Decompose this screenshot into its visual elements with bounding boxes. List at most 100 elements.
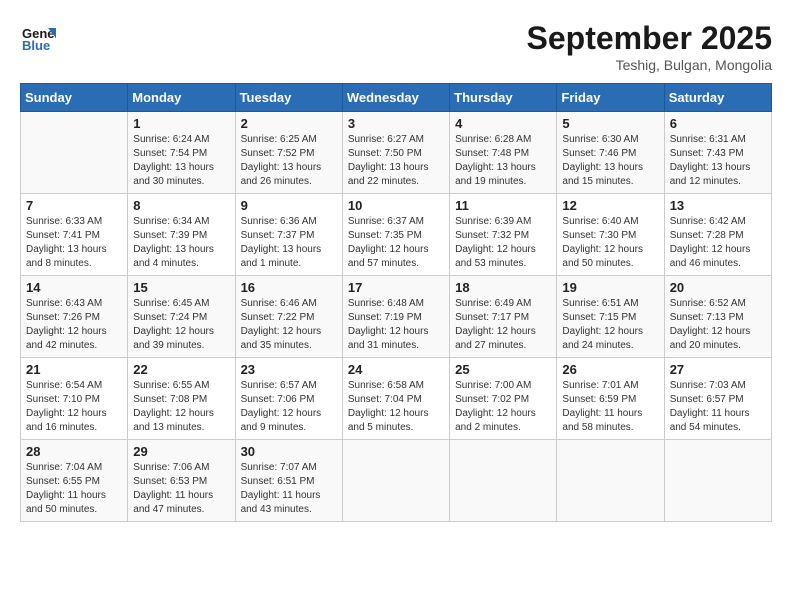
day-number: 23 (241, 362, 337, 377)
day-info: Sunrise: 6:37 AM Sunset: 7:35 PM Dayligh… (348, 215, 444, 271)
calendar-day-cell: 2 Sunrise: 6:25 AM Sunset: 7:52 PM Daylig… (235, 112, 342, 194)
day-info: Sunrise: 6:24 AM Sunset: 7:54 PM Dayligh… (133, 133, 229, 189)
calendar-table: SundayMondayTuesdayWednesdayThursdayFrid… (20, 83, 772, 522)
calendar-day-cell (450, 440, 557, 522)
day-number: 9 (241, 198, 337, 213)
day-number: 27 (670, 362, 766, 377)
calendar-day-cell: 20 Sunrise: 6:52 AM Sunset: 7:13 PM Dayli… (664, 276, 771, 358)
day-info: Sunrise: 6:42 AM Sunset: 7:28 PM Dayligh… (670, 215, 766, 271)
day-info: Sunrise: 7:00 AM Sunset: 7:02 PM Dayligh… (455, 379, 551, 435)
weekday-header-cell: Wednesday (342, 84, 449, 112)
day-info: Sunrise: 6:39 AM Sunset: 7:32 PM Dayligh… (455, 215, 551, 271)
calendar-day-cell: 14 Sunrise: 6:43 AM Sunset: 7:26 PM Dayli… (21, 276, 128, 358)
day-number: 2 (241, 116, 337, 131)
day-number: 11 (455, 198, 551, 213)
calendar-week-row: 1 Sunrise: 6:24 AM Sunset: 7:54 PM Daylig… (21, 112, 772, 194)
weekday-header-cell: Tuesday (235, 84, 342, 112)
calendar-day-cell: 23 Sunrise: 6:57 AM Sunset: 7:06 PM Dayli… (235, 358, 342, 440)
day-info: Sunrise: 6:46 AM Sunset: 7:22 PM Dayligh… (241, 297, 337, 353)
calendar-day-cell: 30Sunrise: 7:07 AM Sunset: 6:51 PM Dayli… (235, 440, 342, 522)
day-number: 24 (348, 362, 444, 377)
day-info: Sunrise: 6:28 AM Sunset: 7:48 PM Dayligh… (455, 133, 551, 189)
weekday-header-cell: Thursday (450, 84, 557, 112)
calendar-week-row: 7 Sunrise: 6:33 AM Sunset: 7:41 PM Daylig… (21, 194, 772, 276)
weekday-header-cell: Saturday (664, 84, 771, 112)
day-info: Sunrise: 6:25 AM Sunset: 7:52 PM Dayligh… (241, 133, 337, 189)
calendar-day-cell: 27 Sunrise: 7:03 AM Sunset: 6:57 PM Dayli… (664, 358, 771, 440)
day-info: Sunrise: 7:04 AM Sunset: 6:55 PM Dayligh… (26, 461, 122, 517)
calendar-day-cell: 26Sunrise: 7:01 AM Sunset: 6:59 PM Dayli… (557, 358, 664, 440)
calendar-day-cell: 1 Sunrise: 6:24 AM Sunset: 7:54 PM Daylig… (128, 112, 235, 194)
day-info: Sunrise: 6:31 AM Sunset: 7:43 PM Dayligh… (670, 133, 766, 189)
day-number: 8 (133, 198, 229, 213)
day-number: 15 (133, 280, 229, 295)
calendar-day-cell: 5 Sunrise: 6:30 AM Sunset: 7:46 PM Daylig… (557, 112, 664, 194)
day-number: 30 (241, 444, 337, 459)
day-number: 16 (241, 280, 337, 295)
day-number: 4 (455, 116, 551, 131)
day-info: Sunrise: 7:06 AM Sunset: 6:53 PM Dayligh… (133, 461, 229, 517)
day-number: 3 (348, 116, 444, 131)
day-number: 17 (348, 280, 444, 295)
calendar-day-cell: 28 Sunrise: 7:04 AM Sunset: 6:55 PM Dayli… (21, 440, 128, 522)
calendar-day-cell: 16 Sunrise: 6:46 AM Sunset: 7:22 PM Dayli… (235, 276, 342, 358)
day-number: 28 (26, 444, 122, 459)
logo-icon: General Blue (20, 20, 56, 56)
calendar-subtitle: Teshig, Bulgan, Mongolia (527, 57, 772, 73)
day-number: 26 (562, 362, 658, 377)
weekday-header-cell: Monday (128, 84, 235, 112)
title-area: September 2025 Teshig, Bulgan, Mongolia (527, 20, 772, 73)
calendar-body: 1 Sunrise: 6:24 AM Sunset: 7:54 PM Daylig… (21, 112, 772, 522)
calendar-day-cell: 24 Sunrise: 6:58 AM Sunset: 7:04 PM Dayli… (342, 358, 449, 440)
calendar-day-cell: 6 Sunrise: 6:31 AM Sunset: 7:43 PM Daylig… (664, 112, 771, 194)
calendar-day-cell: 15 Sunrise: 6:45 AM Sunset: 7:24 PM Dayli… (128, 276, 235, 358)
calendar-day-cell: 4 Sunrise: 6:28 AM Sunset: 7:48 PM Daylig… (450, 112, 557, 194)
calendar-day-cell: 3Sunrise: 6:27 AM Sunset: 7:50 PM Daylig… (342, 112, 449, 194)
day-number: 6 (670, 116, 766, 131)
day-info: Sunrise: 6:30 AM Sunset: 7:46 PM Dayligh… (562, 133, 658, 189)
calendar-day-cell (664, 440, 771, 522)
svg-text:Blue: Blue (22, 38, 50, 53)
calendar-day-cell: 9Sunrise: 6:36 AM Sunset: 7:37 PM Daylig… (235, 194, 342, 276)
day-info: Sunrise: 6:33 AM Sunset: 7:41 PM Dayligh… (26, 215, 122, 271)
calendar-day-cell: 7 Sunrise: 6:33 AM Sunset: 7:41 PM Daylig… (21, 194, 128, 276)
day-number: 7 (26, 198, 122, 213)
calendar-week-row: 28 Sunrise: 7:04 AM Sunset: 6:55 PM Dayli… (21, 440, 772, 522)
day-info: Sunrise: 6:57 AM Sunset: 7:06 PM Dayligh… (241, 379, 337, 435)
calendar-day-cell: 13 Sunrise: 6:42 AM Sunset: 7:28 PM Dayli… (664, 194, 771, 276)
day-number: 10 (348, 198, 444, 213)
day-number: 20 (670, 280, 766, 295)
day-info: Sunrise: 6:51 AM Sunset: 7:15 PM Dayligh… (562, 297, 658, 353)
calendar-day-cell: 18Sunrise: 6:49 AM Sunset: 7:17 PM Dayli… (450, 276, 557, 358)
header: General Blue September 2025 Teshig, Bulg… (20, 20, 772, 73)
weekday-header-cell: Friday (557, 84, 664, 112)
weekday-header-cell: Sunday (21, 84, 128, 112)
day-number: 12 (562, 198, 658, 213)
calendar-day-cell: 17Sunrise: 6:48 AM Sunset: 7:19 PM Dayli… (342, 276, 449, 358)
calendar-day-cell: 12Sunrise: 6:40 AM Sunset: 7:30 PM Dayli… (557, 194, 664, 276)
calendar-day-cell (557, 440, 664, 522)
calendar-day-cell: 25Sunrise: 7:00 AM Sunset: 7:02 PM Dayli… (450, 358, 557, 440)
day-info: Sunrise: 6:45 AM Sunset: 7:24 PM Dayligh… (133, 297, 229, 353)
day-info: Sunrise: 6:34 AM Sunset: 7:39 PM Dayligh… (133, 215, 229, 271)
day-number: 22 (133, 362, 229, 377)
calendar-day-cell: 29 Sunrise: 7:06 AM Sunset: 6:53 PM Dayli… (128, 440, 235, 522)
day-number: 18 (455, 280, 551, 295)
calendar-day-cell: 10 Sunrise: 6:37 AM Sunset: 7:35 PM Dayli… (342, 194, 449, 276)
day-number: 13 (670, 198, 766, 213)
calendar-week-row: 14 Sunrise: 6:43 AM Sunset: 7:26 PM Dayli… (21, 276, 772, 358)
day-info: Sunrise: 7:03 AM Sunset: 6:57 PM Dayligh… (670, 379, 766, 435)
day-number: 5 (562, 116, 658, 131)
calendar-day-cell: 21Sunrise: 6:54 AM Sunset: 7:10 PM Dayli… (21, 358, 128, 440)
day-number: 29 (133, 444, 229, 459)
calendar-title: September 2025 (527, 20, 772, 57)
calendar-day-cell: 11 Sunrise: 6:39 AM Sunset: 7:32 PM Dayli… (450, 194, 557, 276)
day-info: Sunrise: 6:43 AM Sunset: 7:26 PM Dayligh… (26, 297, 122, 353)
day-number: 14 (26, 280, 122, 295)
calendar-day-cell (342, 440, 449, 522)
day-info: Sunrise: 6:52 AM Sunset: 7:13 PM Dayligh… (670, 297, 766, 353)
day-info: Sunrise: 6:58 AM Sunset: 7:04 PM Dayligh… (348, 379, 444, 435)
day-number: 1 (133, 116, 229, 131)
logo: General Blue (20, 20, 56, 56)
day-number: 21 (26, 362, 122, 377)
